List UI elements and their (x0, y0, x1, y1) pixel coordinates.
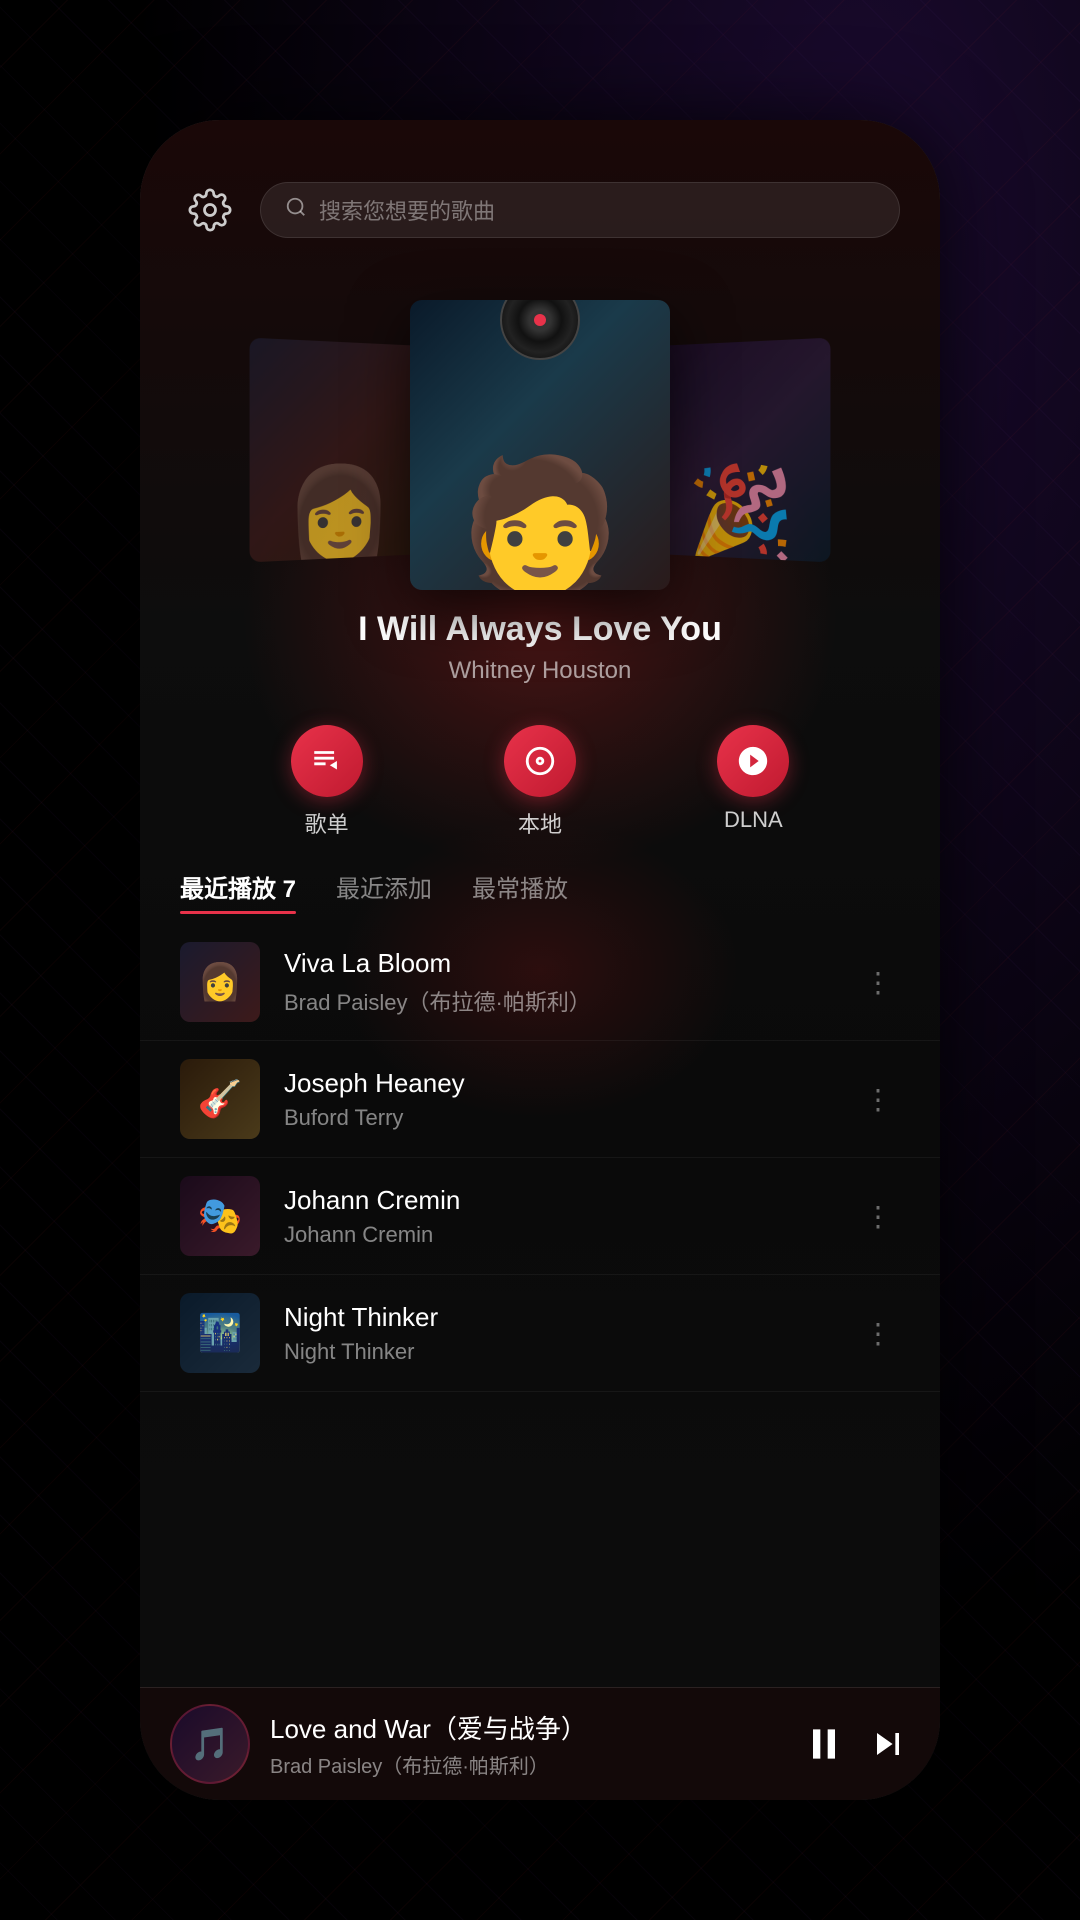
tab-added[interactable]: 最近添加 (336, 869, 432, 914)
more-button-1[interactable]: ⋮ (856, 958, 900, 1007)
song-thumb-3: 🎭 (180, 1176, 260, 1256)
pause-button[interactable] (802, 1722, 846, 1766)
now-playing-artist: Whitney Houston (180, 657, 900, 685)
song-info-2: Joseph Heaney Buford Terry (284, 1068, 832, 1131)
tab-most-played[interactable]: 最常播放 (472, 869, 568, 914)
album-card-left[interactable] (250, 338, 424, 563)
tab-recent[interactable]: 最近播放 7 (180, 869, 296, 914)
local-icon (504, 725, 576, 797)
song-thumb-4: 🌃 (180, 1293, 260, 1373)
local-label: 本地 (518, 807, 562, 839)
search-placeholder-text: 搜索您想要的歌曲 (319, 194, 495, 226)
nav-local[interactable]: 本地 (504, 725, 576, 839)
song-item-3[interactable]: 🎭 Johann Cremin Johann Cremin ⋮ (140, 1158, 940, 1275)
song-title-1: Viva La Bloom (284, 948, 832, 979)
song-title-4: Night Thinker (284, 1302, 832, 1333)
song-artist-3: Johann Cremin (284, 1222, 832, 1248)
song-thumb-1: 👩 (180, 942, 260, 1022)
song-artist-4: Night Thinker (284, 1339, 832, 1365)
bar-song-info: Love and War（爱与战争） Brad Paisley（布拉德·帕斯利） (270, 1709, 782, 1779)
album-art-right (656, 338, 830, 563)
song-title-3: Johann Cremin (284, 1185, 832, 1216)
next-button[interactable] (866, 1722, 910, 1766)
song-info-4: Night Thinker Night Thinker (284, 1302, 832, 1365)
playlist-icon (291, 725, 363, 797)
now-playing-title: I Will Always Love You (180, 610, 900, 649)
phone-frame: 搜索您想要的歌曲 I Will Always Love You Whitney … (140, 120, 940, 1800)
dlna-label: DLNA (724, 807, 783, 833)
header: 搜索您想要的歌曲 (140, 120, 940, 260)
gear-icon (188, 188, 232, 232)
bar-song-artist: Brad Paisley（布拉德·帕斯利） (270, 1750, 782, 1779)
pause-icon (802, 1722, 846, 1766)
settings-button[interactable] (180, 180, 240, 240)
app-content: 搜索您想要的歌曲 I Will Always Love You Whitney … (140, 120, 940, 1800)
dlna-icon (717, 725, 789, 797)
more-button-4[interactable]: ⋮ (856, 1309, 900, 1358)
song-item-4[interactable]: 🌃 Night Thinker Night Thinker ⋮ (140, 1275, 940, 1392)
nav-playlist[interactable]: 歌单 (291, 725, 363, 839)
song-list: 👩 Viva La Bloom Brad Paisley（布拉德·帕斯利） ⋮ … (140, 924, 940, 1687)
song-info-3: Johann Cremin Johann Cremin (284, 1185, 832, 1248)
song-item-2[interactable]: 🎸 Joseph Heaney Buford Terry ⋮ (140, 1041, 940, 1158)
song-artist-2: Buford Terry (284, 1105, 832, 1131)
playback-controls (802, 1722, 910, 1766)
search-icon (285, 196, 307, 224)
more-button-2[interactable]: ⋮ (856, 1075, 900, 1124)
more-button-3[interactable]: ⋮ (856, 1192, 900, 1241)
next-icon (866, 1722, 910, 1766)
album-art-left (250, 338, 424, 563)
playlist-label: 歌单 (305, 807, 349, 839)
now-playing-bar[interactable]: 🎵 Love and War（爱与战争） Brad Paisley（布拉德·帕斯… (140, 1687, 940, 1800)
album-carousel (140, 260, 940, 600)
song-info-1: Viva La Bloom Brad Paisley（布拉德·帕斯利） (284, 948, 832, 1017)
now-playing-info: I Will Always Love You Whitney Houston (140, 600, 940, 695)
song-thumb-2: 🎸 (180, 1059, 260, 1139)
song-title-2: Joseph Heaney (284, 1068, 832, 1099)
bar-album-thumb: 🎵 (170, 1704, 250, 1784)
song-item-1[interactable]: 👩 Viva La Bloom Brad Paisley（布拉德·帕斯利） ⋮ (140, 924, 940, 1041)
nav-dlna[interactable]: DLNA (717, 725, 789, 839)
nav-icons: 歌单 本地 DLNA (140, 695, 940, 859)
tabs: 最近播放 7 最近添加 最常播放 (140, 859, 940, 914)
album-card-right[interactable] (656, 338, 830, 563)
bar-song-title: Love and War（爱与战争） (270, 1709, 782, 1746)
song-artist-1: Brad Paisley（布拉德·帕斯利） (284, 985, 832, 1017)
search-bar[interactable]: 搜索您想要的歌曲 (260, 182, 900, 238)
album-card-center[interactable] (410, 300, 670, 590)
